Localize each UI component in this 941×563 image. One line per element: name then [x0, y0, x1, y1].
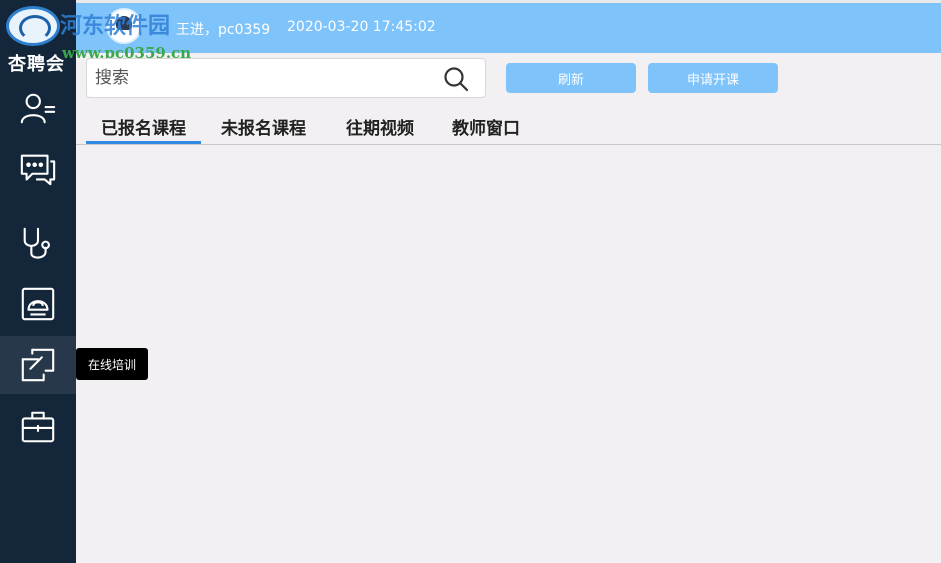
tab-past-videos[interactable]: 往期视频 — [346, 114, 414, 144]
sidebar: 杏聘会 — [0, 0, 76, 563]
toolbox-icon — [21, 411, 55, 443]
ultrasound-icon — [21, 287, 55, 321]
current-datetime: 2020-03-20 17:45:02 — [287, 19, 436, 35]
course-tabs: 已报名课程 未报名课程 往期视频 教师窗口 — [76, 110, 941, 145]
search-box — [86, 58, 486, 98]
user-name: 王进，pc0359 — [176, 22, 271, 38]
watermark-title: 河东软件园 — [60, 13, 171, 39]
refresh-button[interactable]: 刷新 — [506, 63, 636, 93]
chat-icon — [20, 154, 56, 186]
sidebar-item-toolbox[interactable] — [0, 398, 76, 456]
sidebar-tooltip: 在线培训 — [76, 348, 148, 380]
sidebar-item-messages[interactable] — [0, 140, 76, 198]
apply-course-button[interactable]: 申请开课 — [648, 63, 778, 93]
header-bar: 王进，pc0359 2020-03-20 17:45:02 — [76, 3, 941, 53]
tab-teacher-window[interactable]: 教师窗口 — [452, 114, 520, 144]
search-icon[interactable] — [442, 65, 470, 93]
stethoscope-icon — [23, 227, 50, 259]
sidebar-item-online-training[interactable] — [0, 336, 76, 394]
online-training-icon — [21, 348, 55, 382]
sidebar-item-consult[interactable] — [0, 215, 76, 273]
tab-registered-courses[interactable]: 已报名课程 — [86, 114, 201, 144]
logo-emblem-icon — [6, 6, 60, 46]
logo-text: 杏聘会 — [8, 54, 65, 75]
sidebar-item-users[interactable] — [0, 80, 76, 138]
search-input[interactable] — [95, 65, 435, 91]
tab-unregistered-courses[interactable]: 未报名课程 — [221, 114, 306, 144]
sidebar-item-ultrasound[interactable] — [0, 275, 76, 333]
user-list-icon — [20, 93, 56, 124]
